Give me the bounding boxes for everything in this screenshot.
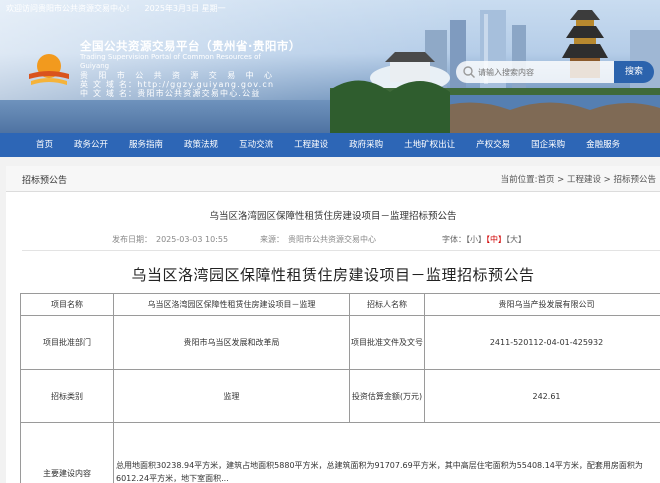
font-small-button[interactable]: 【小】 [466,235,486,244]
table-key: 项目批准文件及文号 [349,315,425,370]
table-key: 招标人名称 [349,293,425,316]
nav-item-procurement[interactable]: 政府采购 [349,133,383,157]
table-value: 监理 [113,369,350,423]
table-row: 项目批准部门 贵阳市乌当区发展和改革局 项目批准文件及文号 2411-52011… [20,315,660,370]
publish-time: 发布日期： 2025-03-03 10:55 [112,235,229,244]
table-value: 242.61 [424,369,660,423]
nav-item-land-mining[interactable]: 土地矿权出让 [404,133,455,157]
search-button[interactable]: 搜索 [614,61,654,83]
chinese-domain-value[interactable]: 贵阳市公共资源交易中心.公益 [137,89,260,98]
table-row: 招标类别 监理 投资估算金额(万元) 242.61 [20,369,660,423]
article-source: 来源： 贵阳市公共资源交易中心 [260,235,376,244]
nav-item-government-affairs[interactable]: 政务公开 [74,133,108,157]
top-info-bar: 欢迎访问贵阳市公共资源交易中心！ 2025年3月3日 星期一 [6,3,234,14]
nav-item-property-trading[interactable]: 产权交易 [476,133,510,157]
section-title: 招标预公告 [22,176,68,186]
construction-content: 总用地面积30238.94平方米，建筑占地面积5880平方米，总建筑面积为917… [113,422,660,483]
nav-item-engineering[interactable]: 工程建设 [294,133,328,157]
site-title: 全国公共资源交易平台（贵州省·贵阳市） [80,39,301,53]
table-row: 主要建设内容 总用地面积30238.94平方米，建筑占地面积5880平方米，总建… [20,422,660,483]
project-info-table: 项目名称 乌当区洛湾园区保障性租赁住房建设项目－监理 招标人名称 贵阳乌当产投发… [20,293,660,483]
main-nav: 首页 政务公开 服务指南 政策法规 互动交流 工程建设 政府采购 土地矿权出让 … [0,133,660,157]
table-value: 贵阳乌当产投发展有限公司 [424,293,660,316]
font-medium-button[interactable]: 【中】 [486,235,506,244]
font-size-switcher: 字体：【小】【中】【大】 [442,234,526,245]
nav-item-soe-procurement[interactable]: 国企采购 [531,133,565,157]
table-row: 项目名称 乌当区洛湾园区保障性租赁住房建设项目－监理 招标人名称 贵阳乌当产投发… [20,293,660,316]
breadcrumb-bar: 招标预公告 当前位置:首页 > 工程建设 > 招标预公告 [6,166,660,192]
page: 欢迎访问贵阳市公共资源交易中心！ 2025年3月3日 星期一 全国公共资源交易平… [0,0,660,483]
nav-item-policies[interactable]: 政策法规 [184,133,218,157]
date-text: 2025年3月3日 星期一 [144,4,226,13]
search-icon [463,66,475,78]
search-input[interactable] [478,62,608,82]
article-panel: 乌当区洛湾园区保障性租赁住房建设项目－监理招标预公告 发布日期： 2025-03… [6,192,660,483]
chinese-domain-line: 中 文 域 名：贵阳市公共资源交易中心.公益 [80,88,261,99]
logo-icon [29,54,69,85]
nav-item-interaction[interactable]: 互动交流 [239,133,273,157]
table-key: 主要建设内容 [20,422,114,483]
nav-item-home[interactable]: 首页 [36,133,53,157]
table-value: 2411-520112-04-01-425932 [424,315,660,370]
table-key: 项目名称 [20,293,114,316]
table-key: 项目批准部门 [20,315,114,370]
table-key: 招标类别 [20,369,114,423]
nav-item-service-guide[interactable]: 服务指南 [129,133,163,157]
table-value: 贵阳市乌当区发展和改革局 [113,315,350,370]
header-banner: 欢迎访问贵阳市公共资源交易中心！ 2025年3月3日 星期一 全国公共资源交易平… [0,0,660,133]
font-large-button[interactable]: 【大】 [506,235,526,244]
table-value: 乌当区洛湾园区保障性租赁住房建设项目－监理 [113,293,350,316]
article-header-title: 乌当区洛湾园区保障性租赁住房建设项目－监理招标预公告 [209,211,457,222]
welcome-text: 欢迎访问贵阳市公共资源交易中心！ [6,4,134,13]
divider [22,250,660,251]
breadcrumb[interactable]: 当前位置:首页 > 工程建设 > 招标预公告 [501,173,656,185]
chinese-domain-label: 中 文 域 名： [80,89,138,98]
font-label: 字体： [442,235,466,244]
nav-item-financial-services[interactable]: 金融服务 [586,133,620,157]
site-title-english: Trading Supervision Portal of Common Res… [80,53,261,70]
table-key: 投资估算金额(万元) [349,369,425,423]
article-main-title: 乌当区洛湾园区保障性租赁住房建设项目－监理招标预公告 [131,266,535,284]
